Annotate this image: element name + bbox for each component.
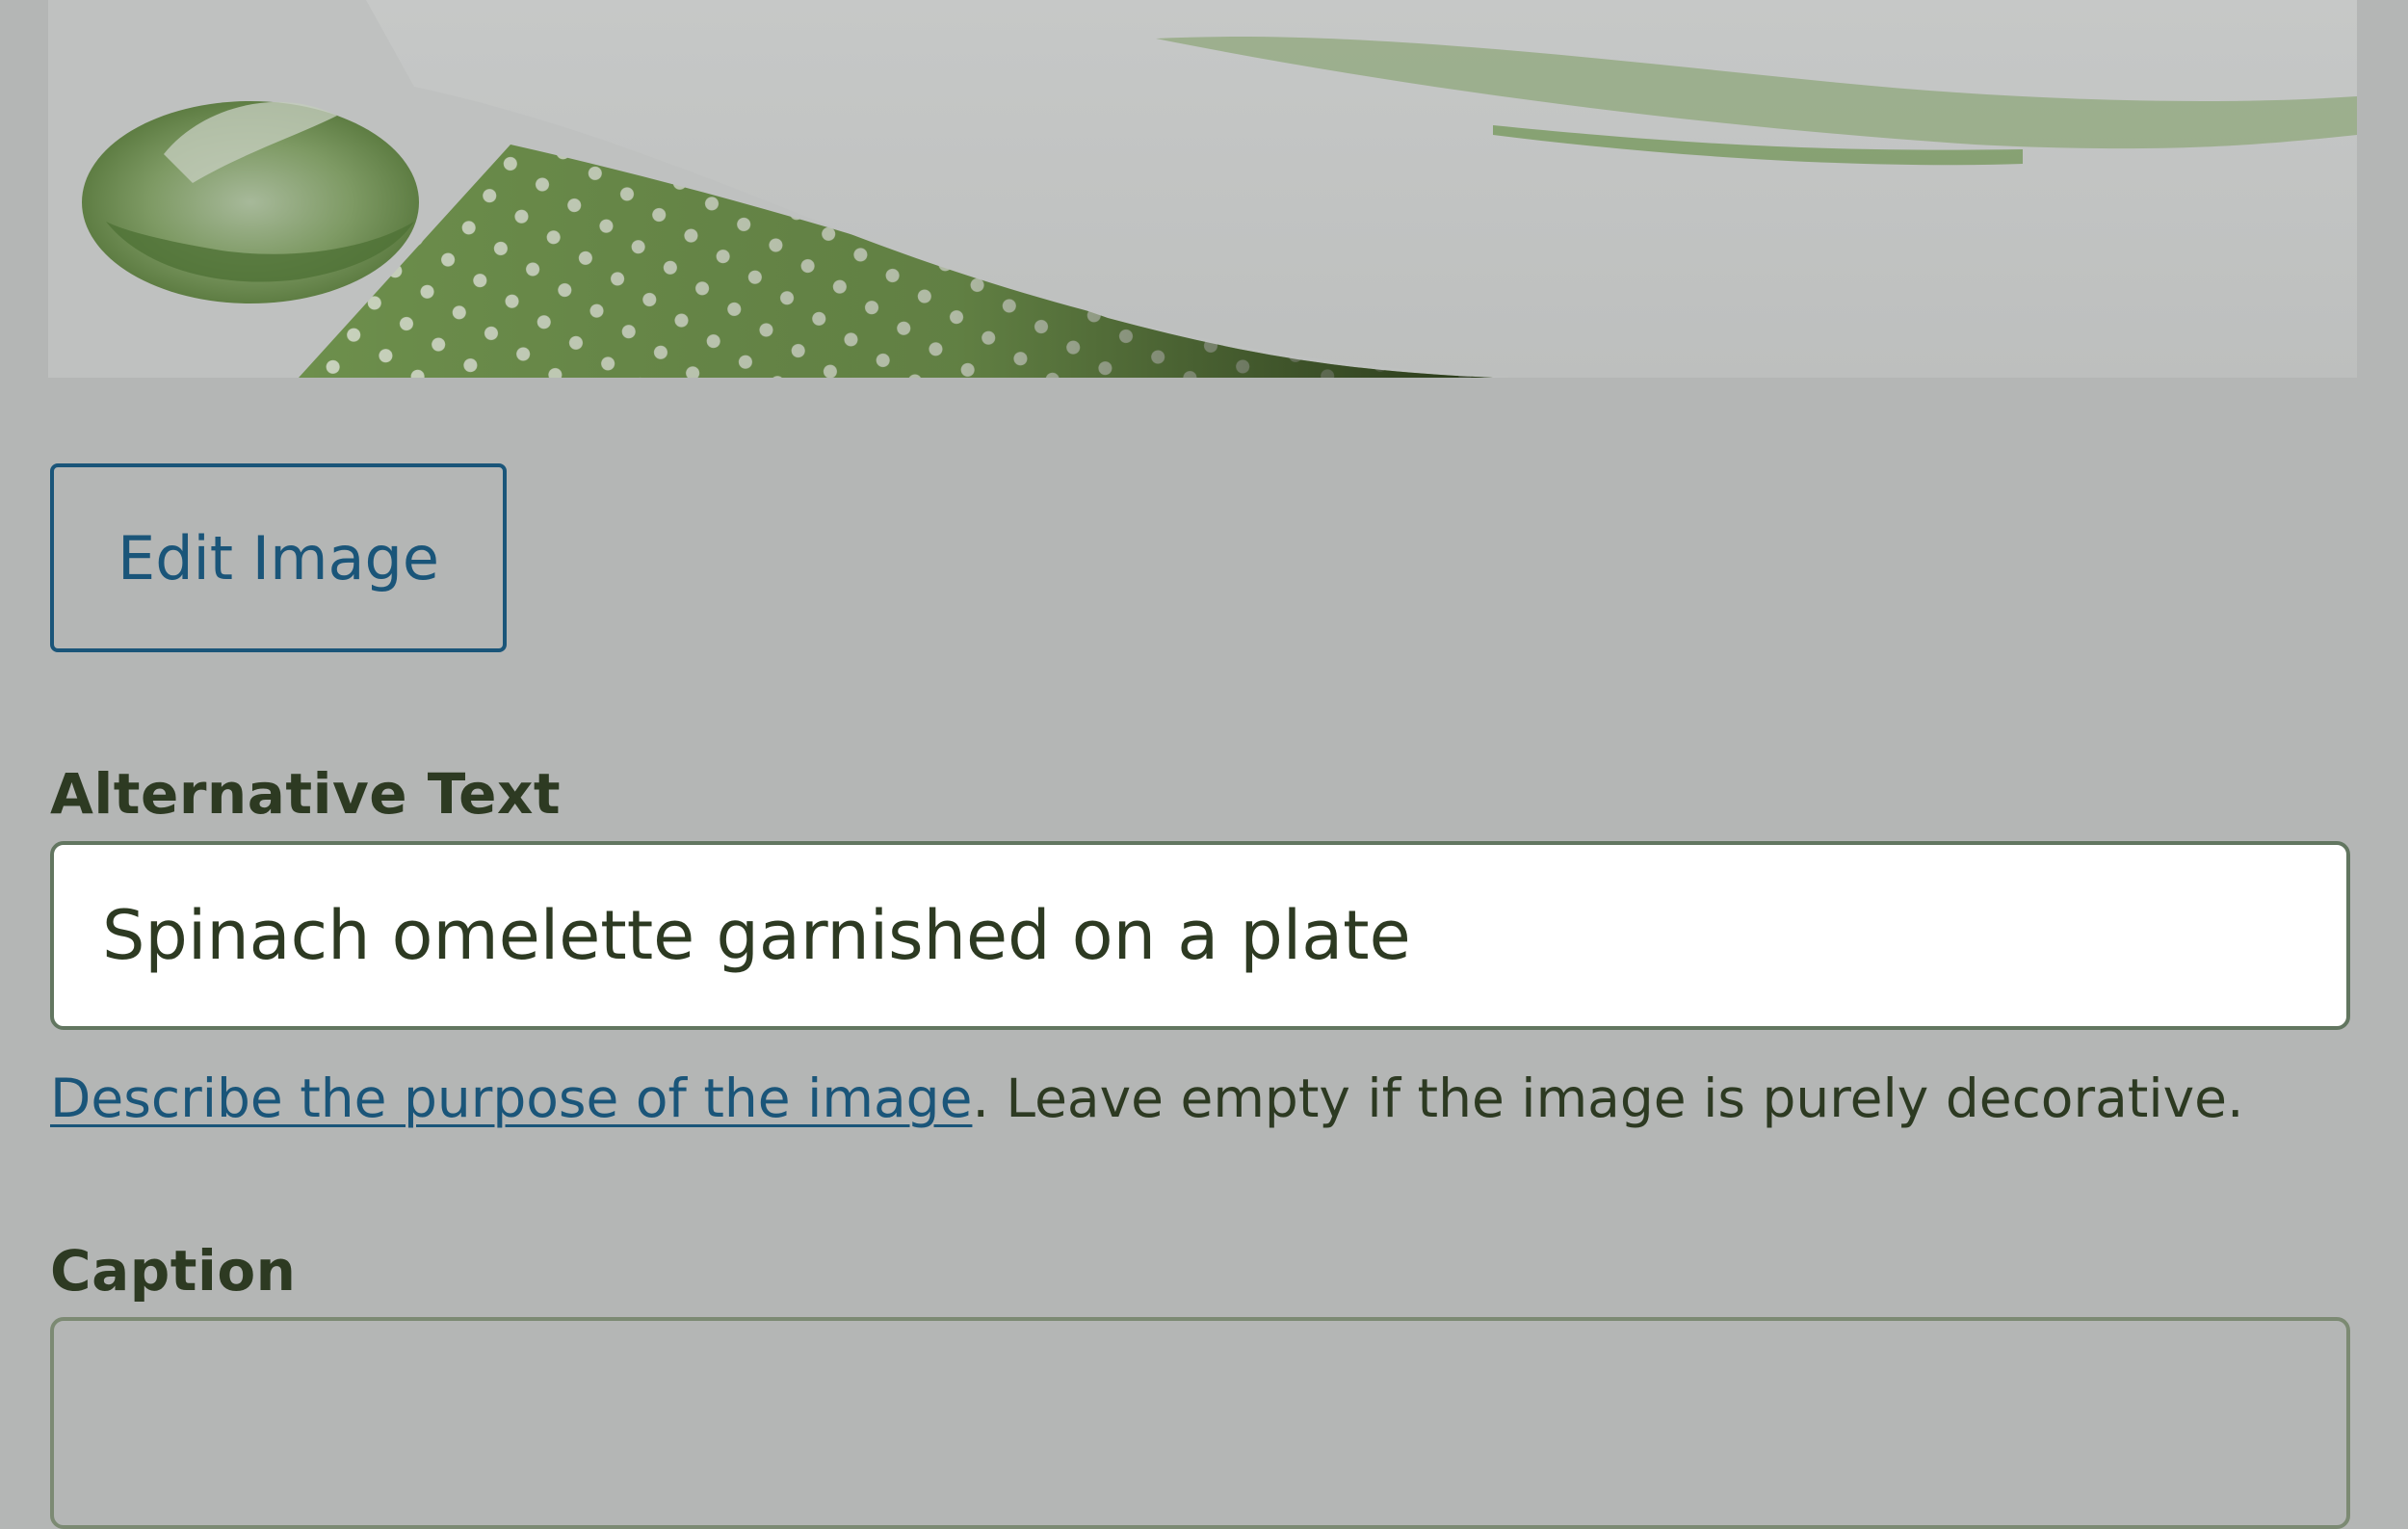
alt-text-label: Alternative Text [50, 761, 562, 827]
describe-purpose-link[interactable]: Describe the purpose of the image [50, 1068, 972, 1129]
alt-text-help-suffix: . Leave empty if the image is purely dec… [972, 1068, 2244, 1129]
alt-text-input[interactable] [50, 841, 2350, 1030]
caption-textarea[interactable] [50, 1317, 2350, 1529]
image-details-panel: Edit Image Alternative Text Describe the… [0, 0, 2408, 1529]
image-preview[interactable] [48, 0, 2357, 378]
edit-image-button[interactable]: Edit Image [50, 463, 507, 652]
alt-text-help: Describe the purpose of the image. Leave… [50, 1068, 2381, 1129]
food-photo-thumbnail [48, 0, 2357, 378]
caption-label: Caption [50, 1238, 297, 1304]
